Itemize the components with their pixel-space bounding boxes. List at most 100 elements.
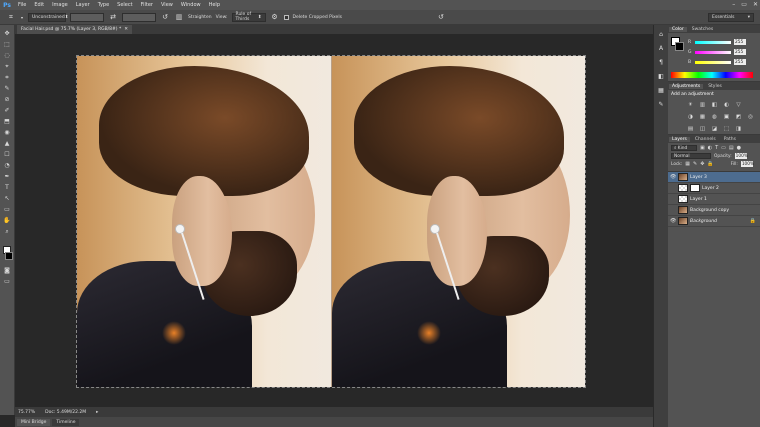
brush-tool-icon[interactable]: ✐ — [2, 106, 12, 115]
hue-saturation-icon[interactable]: ◑ — [686, 113, 695, 121]
menu-help[interactable]: Help — [205, 2, 224, 8]
brightness-icon[interactable]: ☀ — [686, 101, 695, 109]
menu-filter[interactable]: Filter — [137, 2, 157, 8]
menu-layer[interactable]: Layer — [72, 2, 94, 8]
close-icon[interactable]: ✕ — [124, 27, 128, 32]
invert-icon[interactable]: ▤ — [686, 125, 695, 133]
eyedropper-tool-icon[interactable]: ✎ — [2, 84, 12, 93]
menu-type[interactable]: Type — [94, 2, 113, 8]
path-select-tool-icon[interactable]: ↖ — [2, 194, 12, 203]
layer-row[interactable]: 👁 Layer 3 — [668, 172, 760, 183]
chevron-down-icon[interactable]: ▾ — [20, 12, 24, 22]
paragraph-panel-icon[interactable]: ¶ — [656, 57, 666, 67]
tab-styles[interactable]: Styles — [705, 84, 725, 89]
blue-value[interactable]: 255 — [734, 59, 746, 65]
tab-swatches[interactable]: Swatches — [689, 27, 717, 32]
screen-mode-icon[interactable]: ▭ — [2, 277, 12, 286]
tab-mini-bridge[interactable]: Mini Bridge — [17, 418, 51, 426]
layer-comps-panel-icon[interactable]: ▦ — [656, 85, 666, 95]
selective-color-icon[interactable]: ⬚ — [722, 125, 731, 133]
background-color-swatch[interactable] — [675, 42, 684, 51]
layer-mask-thumbnail[interactable] — [690, 184, 700, 192]
status-menu-arrow-icon[interactable]: ▸ — [96, 410, 98, 415]
filter-shape-icon[interactable]: ▭ — [721, 145, 726, 151]
healing-brush-tool-icon[interactable]: ⊘ — [2, 95, 12, 104]
threshold-icon[interactable]: ◪ — [710, 125, 719, 133]
filter-toggle-icon[interactable]: ● — [737, 145, 741, 151]
zoom-tool-icon[interactable]: ⌕ — [2, 227, 12, 236]
layer-row[interactable]: Layer 2 — [668, 183, 760, 194]
vibrance-icon[interactable]: ▽ — [734, 101, 743, 109]
eye-icon[interactable]: 👁 — [670, 174, 676, 180]
curves-icon[interactable]: ◧ — [710, 101, 719, 109]
marquee-tool-icon[interactable]: ⬚ — [2, 40, 12, 49]
straighten-icon[interactable]: ▥ — [174, 12, 184, 22]
green-value[interactable]: 255 — [734, 49, 746, 55]
canvas-area[interactable] — [15, 34, 653, 407]
overlay-select[interactable]: Rule of Thirds ⬍ — [231, 12, 266, 22]
tab-adjustments[interactable]: Adjustments — [669, 83, 704, 89]
red-slider[interactable] — [695, 40, 731, 44]
zoom-level[interactable]: 75.77% — [18, 410, 35, 415]
close-icon[interactable]: ✕ — [753, 1, 758, 8]
lasso-tool-icon[interactable]: ◌ — [2, 51, 12, 60]
color-balance-icon[interactable]: ▦ — [698, 113, 707, 121]
quick-select-tool-icon[interactable]: ⌖ — [2, 62, 12, 71]
crop-preset-select[interactable]: Unconstrained ⬍ — [28, 12, 68, 22]
red-value[interactable]: 255 — [734, 39, 746, 45]
blend-mode-select[interactable]: Normal — [671, 153, 711, 159]
color-lookup-icon[interactable]: ◎ — [746, 113, 755, 121]
filter-pixel-icon[interactable]: ▣ — [700, 145, 705, 151]
gradient-tool-icon[interactable]: ☐ — [2, 150, 12, 159]
shape-tool-icon[interactable]: ▭ — [2, 205, 12, 214]
properties-panel-icon[interactable]: ◧ — [656, 71, 666, 81]
layer-row[interactable]: 👁 Background 🔒 — [668, 216, 760, 227]
tab-paths[interactable]: Paths — [721, 137, 739, 142]
tab-timeline[interactable]: Timeline — [52, 418, 80, 426]
straighten-label[interactable]: Straighten — [188, 15, 212, 20]
color-spectrum-ramp[interactable] — [671, 72, 753, 78]
menu-view[interactable]: View — [157, 2, 177, 8]
layer-filter-select[interactable]: ⌕ Kind — [671, 145, 697, 151]
document-tab[interactable]: Facial Hair.psd @ 75.7% (Layer 3, RGB/8#… — [17, 25, 133, 34]
black-white-icon[interactable]: ◍ — [710, 113, 719, 121]
channel-mixer-icon[interactable]: ◩ — [734, 113, 743, 121]
menu-select[interactable]: Select — [113, 2, 136, 8]
blue-slider[interactable] — [695, 60, 731, 64]
tab-color[interactable]: Color — [669, 26, 687, 32]
reset-icon[interactable]: ↺ — [436, 12, 446, 22]
fill-field[interactable]: 100% — [740, 161, 754, 167]
posterize-icon[interactable]: ◫ — [698, 125, 707, 133]
lock-image-icon[interactable]: ✎ — [693, 161, 697, 167]
pen-tool-icon[interactable]: ✒ — [2, 172, 12, 181]
clear-icon[interactable]: ↺ — [160, 12, 170, 22]
lock-all-icon[interactable]: 🔒 — [707, 161, 713, 167]
menu-image[interactable]: Image — [48, 2, 72, 8]
quick-mask-icon[interactable]: ◙ — [2, 266, 12, 275]
green-slider[interactable] — [695, 50, 731, 54]
workspace-select[interactable]: Essentials ▾ — [708, 13, 754, 22]
filter-type-icon[interactable]: T — [715, 145, 718, 151]
filter-smart-icon[interactable]: ▤ — [729, 145, 734, 151]
levels-icon[interactable]: ▥ — [698, 101, 707, 109]
hand-tool-icon[interactable]: ✋ — [2, 216, 12, 225]
character-panel-icon[interactable]: A — [656, 43, 666, 53]
history-brush-tool-icon[interactable]: ◉ — [2, 128, 12, 137]
crop-height-field[interactable] — [122, 12, 156, 22]
clone-stamp-tool-icon[interactable]: ⬒ — [2, 117, 12, 126]
layer-row[interactable]: Background copy — [668, 205, 760, 216]
dodge-tool-icon[interactable]: ◔ — [2, 161, 12, 170]
background-color-swatch[interactable] — [5, 252, 13, 260]
filter-adjust-icon[interactable]: ◐ — [708, 145, 712, 151]
document-image[interactable] — [76, 55, 586, 388]
history-panel-icon[interactable]: ⌂ — [656, 29, 666, 39]
crop-width-field[interactable] — [70, 12, 104, 22]
gear-icon[interactable]: ⚙ — [270, 12, 280, 22]
tab-layers[interactable]: Layers — [669, 136, 690, 142]
exposure-icon[interactable]: ◐ — [722, 101, 731, 109]
menu-file[interactable]: File — [14, 2, 30, 8]
crop-tool-icon[interactable]: ⌗ — [6, 12, 16, 22]
crop-tool-icon[interactable]: ⌗ — [2, 73, 12, 82]
move-tool-icon[interactable]: ✥ — [2, 29, 12, 38]
lock-position-icon[interactable]: ✥ — [700, 161, 704, 167]
